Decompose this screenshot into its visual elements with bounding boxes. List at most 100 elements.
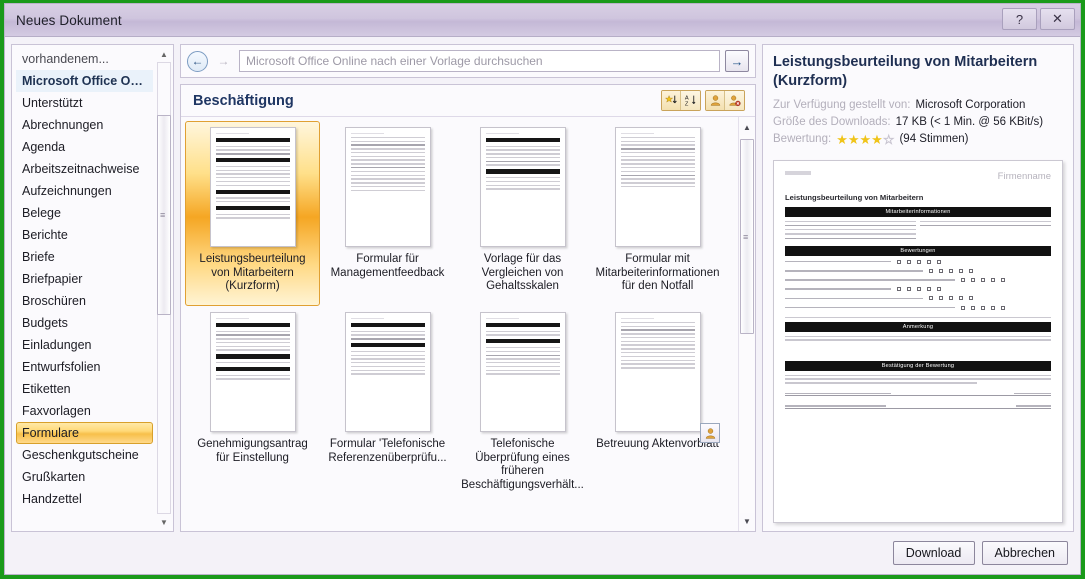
search-input[interactable]: Microsoft Office Online nach einer Vorla… xyxy=(239,50,720,72)
preview-rating-row: Bewertung: ★★★★☆ (94 Stimmen) xyxy=(773,131,1063,148)
sidebar-item-microsoft-office-online[interactable]: Microsoft Office Online xyxy=(16,70,153,92)
template-thumbnail[interactable]: Formular für Managementfeedback xyxy=(320,121,455,306)
template-page-preview xyxy=(344,127,431,247)
preview-doc-signature-1 xyxy=(785,392,1051,397)
preview-doc-rating-row xyxy=(785,259,1051,264)
star-filled-icon[interactable]: ★ xyxy=(871,132,883,147)
template-thumbnail[interactable]: Leistungsbeurteilung von Mitarbeitern (K… xyxy=(185,121,320,306)
sidebar-item-arbeitszeitnachweise[interactable]: Arbeitszeitnachweise xyxy=(16,158,153,180)
sidebar-item-belege[interactable]: Belege xyxy=(16,202,153,224)
sidebar-item-berichte[interactable]: Berichte xyxy=(16,224,153,246)
sort-by-rating-button[interactable] xyxy=(662,91,681,110)
template-label: Telefonische Überprüfung eines früheren … xyxy=(461,438,584,491)
user-template-button-group xyxy=(705,90,745,111)
preview-doc-checkbox xyxy=(929,296,934,301)
preview-doc-rating-row xyxy=(785,278,1051,283)
sidebar-item-budgets[interactable]: Budgets xyxy=(16,312,153,334)
template-thumbnail[interactable]: Betreuung Aktenvorblatt xyxy=(590,306,725,491)
title-bar: Neues Dokument ? ✕ xyxy=(5,4,1080,37)
dialog-footer: Download Abbrechen xyxy=(5,532,1080,574)
preview-doc-band-employee: Mitarbeiterinformationen xyxy=(785,207,1051,217)
new-document-dialog: Neues Dokument ? ✕ vorhandenem... Microso… xyxy=(4,3,1081,575)
preview-doc-band-confirm: Bestätigung der Bewertung xyxy=(785,361,1051,371)
star-empty-icon[interactable]: ☆ xyxy=(883,132,895,147)
preview-doc-header: Firmenname xyxy=(785,171,1051,182)
download-button[interactable]: Download xyxy=(892,541,975,565)
template-page-preview xyxy=(209,312,296,432)
back-arrow-icon: ← xyxy=(191,54,204,68)
sidebar-scroll-thumb[interactable] xyxy=(157,115,171,315)
template-thumbnail[interactable]: Telefonische Überprüfung eines früheren … xyxy=(455,306,590,491)
gallery-scrollbar[interactable]: ▲ ▼ xyxy=(738,117,755,531)
preview-doc-checkbox xyxy=(939,268,944,273)
preview-doc-checkbox xyxy=(937,287,942,292)
star-filled-icon[interactable]: ★ xyxy=(836,132,848,147)
cancel-button[interactable]: Abbrechen xyxy=(981,541,1068,565)
close-icon: ✕ xyxy=(1052,11,1063,26)
template-label: Genehmigungsantrag für Einstellung xyxy=(197,438,308,464)
sidebar-item-geschenkgutscheine[interactable]: Geschenkgutscheine xyxy=(16,444,153,466)
template-thumbnail[interactable]: Genehmigungsantrag für Einstellung xyxy=(185,306,320,491)
help-button[interactable]: ? xyxy=(1002,8,1037,30)
preview-doc-checkbox xyxy=(961,278,966,283)
preview-doc-checkbox xyxy=(927,259,932,264)
preview-doc-rating-row xyxy=(785,305,1051,310)
preview-rating-label: Bewertung: xyxy=(773,133,832,145)
search-go-button[interactable]: → xyxy=(725,50,749,72)
preview-doc-checkbox xyxy=(959,268,964,273)
sidebar-item-abrechnungen[interactable]: Abrechnungen xyxy=(16,114,153,136)
svg-text:Z: Z xyxy=(685,101,689,107)
sidebar-item-einladungen[interactable]: Einladungen xyxy=(16,334,153,356)
template-page-preview xyxy=(344,312,431,432)
preview-doc-rating-label xyxy=(785,260,892,263)
back-button[interactable]: ← xyxy=(187,50,208,72)
star-filled-icon[interactable]: ★ xyxy=(848,132,860,147)
sidebar-item-brosch-ren[interactable]: Broschüren xyxy=(16,290,153,312)
preview-votes-value: (94 Stimmen) xyxy=(899,133,969,145)
preview-doc-checkbox xyxy=(929,268,934,273)
template-label: Formular 'Telefonische Referenzenüberprü… xyxy=(328,438,447,464)
preview-doc-rating-label xyxy=(785,288,892,291)
show-user-templates-button[interactable] xyxy=(706,91,725,110)
rating-stars[interactable]: ★★★★☆ xyxy=(836,132,895,147)
sidebar-item-etiketten[interactable]: Etiketten xyxy=(16,378,153,400)
gallery-header: Beschäftigung A Z xyxy=(181,85,755,117)
preview-doc-rating-label xyxy=(785,279,956,281)
sidebar-scroll-up-button[interactable]: ▲ xyxy=(157,47,171,61)
template-page-preview xyxy=(614,312,701,432)
sidebar-item-faxvorlagen[interactable]: Faxvorlagen xyxy=(16,400,153,422)
preview-doc-checkbox xyxy=(949,268,954,273)
preview-doc-checkbox xyxy=(991,305,996,310)
sidebar-item-vorhandenem[interactable]: vorhandenem... xyxy=(16,48,153,70)
template-thumbnail[interactable]: Vorlage für das Vergleichen von Gehaltss… xyxy=(455,121,590,306)
template-thumbnail[interactable]: Formular mit Mitarbeiterinformationen fü… xyxy=(590,121,725,306)
preview-doc-checkbox xyxy=(939,296,944,301)
gallery-scroll-down-button[interactable]: ▼ xyxy=(740,514,754,528)
close-button[interactable]: ✕ xyxy=(1040,8,1075,30)
sidebar-scroll-down-button[interactable]: ▼ xyxy=(157,515,171,529)
preview-doc-rating-label xyxy=(785,306,956,309)
sort-alphabetical-button[interactable]: A Z xyxy=(681,91,700,110)
sidebar-item-briefpapier[interactable]: Briefpapier xyxy=(16,268,153,290)
template-thumbnail[interactable]: Formular 'Telefonische Referenzenüberprü… xyxy=(320,306,455,491)
forward-button[interactable]: → xyxy=(213,51,234,72)
sidebar-item-gru-karten[interactable]: Grußkarten xyxy=(16,466,153,488)
sidebar-item-briefe[interactable]: Briefe xyxy=(16,246,153,268)
sidebar-item-handzettel[interactable]: Handzettel xyxy=(16,488,153,510)
preview-doc-rating-label xyxy=(785,297,924,300)
preview-doc-checkbox xyxy=(1001,278,1006,283)
sidebar-item-formulare[interactable]: Formulare xyxy=(16,422,153,444)
gallery-scroll-up-button[interactable]: ▲ xyxy=(740,120,754,134)
preview-doc-checkbox xyxy=(971,305,976,310)
star-filled-icon[interactable]: ★ xyxy=(860,132,872,147)
preview-doc-checkbox xyxy=(897,287,902,292)
hide-user-templates-button[interactable] xyxy=(725,91,744,110)
sidebar-item-agenda[interactable]: Agenda xyxy=(16,136,153,158)
preview-doc-signature-2 xyxy=(785,405,1051,409)
person-icon xyxy=(710,95,720,106)
sidebar-item-entwurfsfolien[interactable]: Entwurfsfolien xyxy=(16,356,153,378)
sidebar-item-unterst-tzt[interactable]: Unterstützt xyxy=(16,92,153,114)
gallery-scroll-thumb[interactable] xyxy=(740,139,754,334)
preview-doc-company-label: Firmenname xyxy=(997,171,1051,182)
sidebar-item-aufzeichnungen[interactable]: Aufzeichnungen xyxy=(16,180,153,202)
